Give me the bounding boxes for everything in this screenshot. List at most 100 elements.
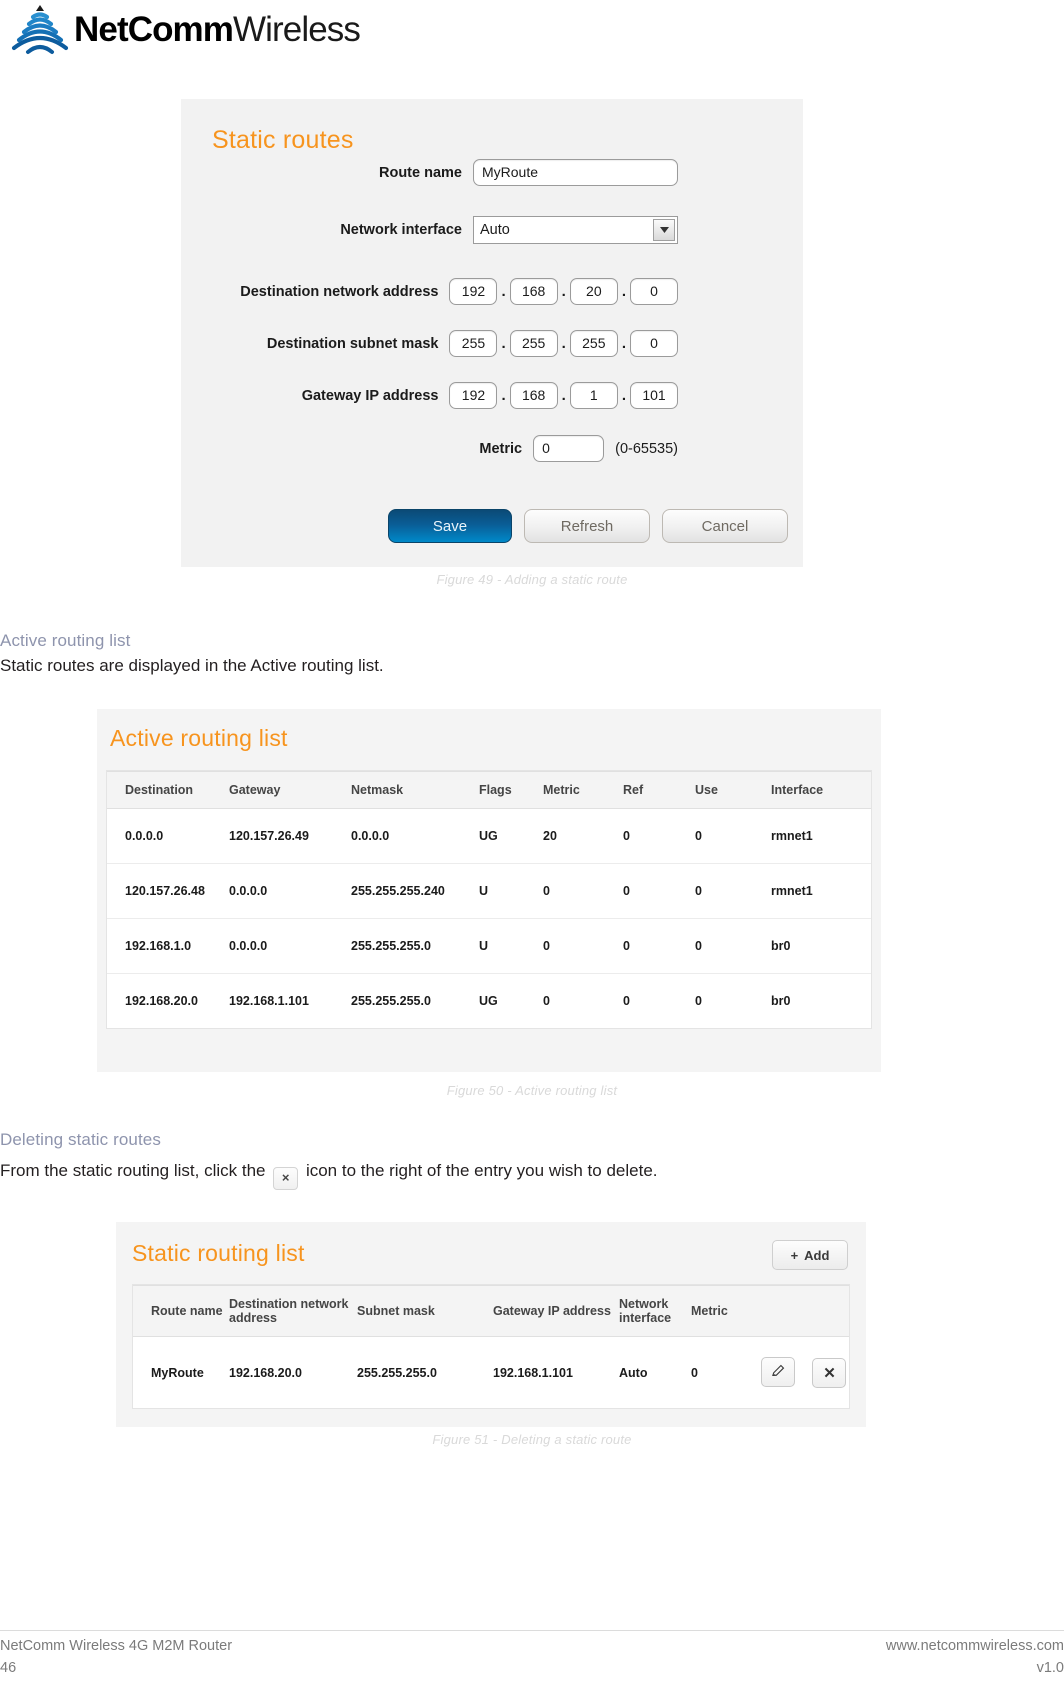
cell-ref: 0 — [623, 808, 695, 864]
gateway-octet-3[interactable]: 1 — [569, 382, 618, 409]
gateway-octet-1[interactable]: 192 — [449, 382, 498, 409]
footer-divider — [0, 1630, 1064, 1631]
network-interface-select[interactable]: Auto — [473, 216, 678, 244]
col-destination-network-address: Destination network address — [229, 1285, 357, 1337]
cell-interface: Auto — [619, 1336, 691, 1408]
plus-icon: + — [790, 1247, 799, 1263]
octet-separator: . — [561, 283, 566, 300]
delete-row-button[interactable]: ✕ — [812, 1358, 847, 1388]
netcomm-wave-logo-icon — [8, 4, 72, 56]
field-row-gateway: Gateway IP address 192 . 168 . 1 . 101 — [181, 382, 678, 409]
cancel-button[interactable]: Cancel — [662, 509, 788, 543]
field-row-metric: Metric 0 (0-65535) — [181, 435, 678, 462]
col-use: Use — [695, 771, 771, 809]
field-row-route-name: Route name MyRoute — [181, 159, 678, 186]
cell-use: 0 — [695, 973, 771, 1028]
static-routing-table-body: MyRoute 192.168.20.0 255.255.255.0 192.1… — [133, 1336, 849, 1408]
destination-network-octet-3[interactable]: 20 — [569, 278, 618, 305]
col-metric: Metric — [691, 1285, 761, 1337]
panel-title-active-routing-list: Active routing list — [110, 725, 288, 751]
brand-name-light: Wireless — [233, 10, 361, 49]
footer-version: v1.0 — [1036, 1660, 1064, 1676]
octet-separator: . — [501, 283, 506, 300]
destination-subnet-octet-4[interactable]: 0 — [630, 330, 678, 357]
gateway-octet-4[interactable]: 101 — [630, 382, 678, 409]
active-routing-table: Destination Gateway Netmask Flags Metric… — [107, 771, 871, 1028]
destination-subnet-octet-2[interactable]: 255 — [509, 330, 558, 357]
table-header-row: Destination Gateway Netmask Flags Metric… — [107, 771, 871, 809]
cell-subnet: 255.255.255.0 — [357, 1336, 493, 1408]
cell-metric: 20 — [543, 808, 623, 864]
cell-interface: br0 — [771, 973, 871, 1028]
cell-flags: UG — [479, 808, 543, 864]
destination-network-label: Destination network address — [240, 283, 439, 300]
static-routing-table: Route name Destination network address S… — [133, 1285, 849, 1408]
save-button[interactable]: Save — [388, 509, 512, 543]
figure-50-caption: Figure 50 - Active routing list — [446, 1083, 618, 1098]
active-routing-table-wrap: Destination Gateway Netmask Flags Metric… — [106, 770, 872, 1029]
table-row: 0.0.0.0 120.157.26.49 0.0.0.0 UG 20 0 0 … — [107, 808, 871, 864]
octet-separator: . — [561, 335, 566, 352]
destination-subnet-octet-1[interactable]: 255 — [449, 330, 498, 357]
static-routing-list-panel: Static routing list + Add Route name Des… — [116, 1222, 866, 1427]
brand-name-bold: NetComm — [74, 10, 234, 49]
cell-actions: ✕ — [761, 1336, 849, 1408]
cell-ref: 0 — [623, 973, 695, 1028]
add-button-label: Add — [804, 1247, 830, 1263]
brand-wordmark: NetCommWireless — [74, 6, 361, 54]
page-footer: NetComm Wireless 4G M2M Router 46 www.ne… — [0, 1630, 1064, 1696]
cell-flags: U — [479, 863, 543, 919]
col-gateway-ip-address: Gateway IP address — [493, 1285, 619, 1337]
delete-x-icon: × — [273, 1166, 299, 1190]
cell-metric: 0 — [543, 863, 623, 919]
refresh-button[interactable]: Refresh — [524, 509, 650, 543]
gateway-octet-2[interactable]: 168 — [509, 382, 558, 409]
cell-netmask: 0.0.0.0 — [351, 808, 479, 864]
cell-destination: 192.168.1.0 — [107, 918, 229, 974]
cell-netmask: 255.255.255.240 — [351, 863, 479, 919]
destination-subnet-octet-3[interactable]: 255 — [569, 330, 618, 357]
cell-use: 0 — [695, 863, 771, 919]
cell-destination: 0.0.0.0 — [107, 808, 229, 864]
brand-header: NetCommWireless — [0, 0, 1064, 62]
col-subnet-mask: Subnet mask — [357, 1285, 493, 1337]
cell-metric: 0 — [691, 1336, 761, 1408]
col-flags: Flags — [479, 771, 543, 809]
octet-separator: . — [501, 387, 506, 404]
route-name-label: Route name — [379, 164, 462, 181]
cell-interface: br0 — [771, 918, 871, 974]
destination-network-octet-1[interactable]: 192 — [449, 278, 498, 305]
metric-input[interactable]: 0 — [533, 435, 605, 462]
cell-metric: 0 — [543, 973, 623, 1028]
chevron-down-icon[interactable] — [653, 219, 675, 241]
cell-gateway: 0.0.0.0 — [229, 918, 351, 974]
static-routes-form-panel: Static routes Route name MyRoute Network… — [181, 99, 803, 567]
cell-use: 0 — [695, 918, 771, 974]
cell-destination: 192.168.20.0 — [107, 973, 229, 1028]
cell-gateway: 0.0.0.0 — [229, 863, 351, 919]
footer-product-name: NetComm Wireless 4G M2M Router — [0, 1638, 233, 1654]
table-row: 192.168.20.0 192.168.1.101 255.255.255.0… — [107, 973, 871, 1028]
field-row-destination-subnet: Destination subnet mask 255 . 255 . 255 … — [181, 330, 678, 357]
destination-network-octet-4[interactable]: 0 — [630, 278, 678, 305]
network-interface-value: Auto — [480, 222, 510, 238]
col-ref: Ref — [623, 771, 695, 809]
static-routing-table-wrap: Route name Destination network address S… — [132, 1284, 850, 1409]
add-button[interactable]: + Add — [772, 1240, 848, 1270]
route-name-input[interactable]: MyRoute — [473, 159, 678, 186]
paragraph-active-routing-list: Static routes are displayed in the Activ… — [0, 656, 384, 675]
cell-gateway: 192.168.1.101 — [229, 973, 351, 1028]
footer-website: www.netcommwireless.com — [885, 1638, 1064, 1654]
cell-destination: 120.157.26.48 — [107, 863, 229, 919]
destination-subnet-label: Destination subnet mask — [266, 335, 439, 352]
figure-49-caption: Figure 49 - Adding a static route — [436, 572, 628, 587]
octet-separator: . — [561, 387, 566, 404]
octet-separator: . — [621, 283, 626, 300]
cell-gateway: 120.157.26.49 — [229, 808, 351, 864]
paragraph-deleting-static-routes: From the static routing list, click the … — [0, 1160, 658, 1190]
col-network-interface: Network interface — [619, 1285, 691, 1337]
destination-network-octet-2[interactable]: 168 — [509, 278, 558, 305]
edit-row-button[interactable] — [761, 1357, 795, 1387]
field-row-network-interface: Network interface Auto — [181, 216, 678, 244]
cell-interface: rmnet1 — [771, 863, 871, 919]
